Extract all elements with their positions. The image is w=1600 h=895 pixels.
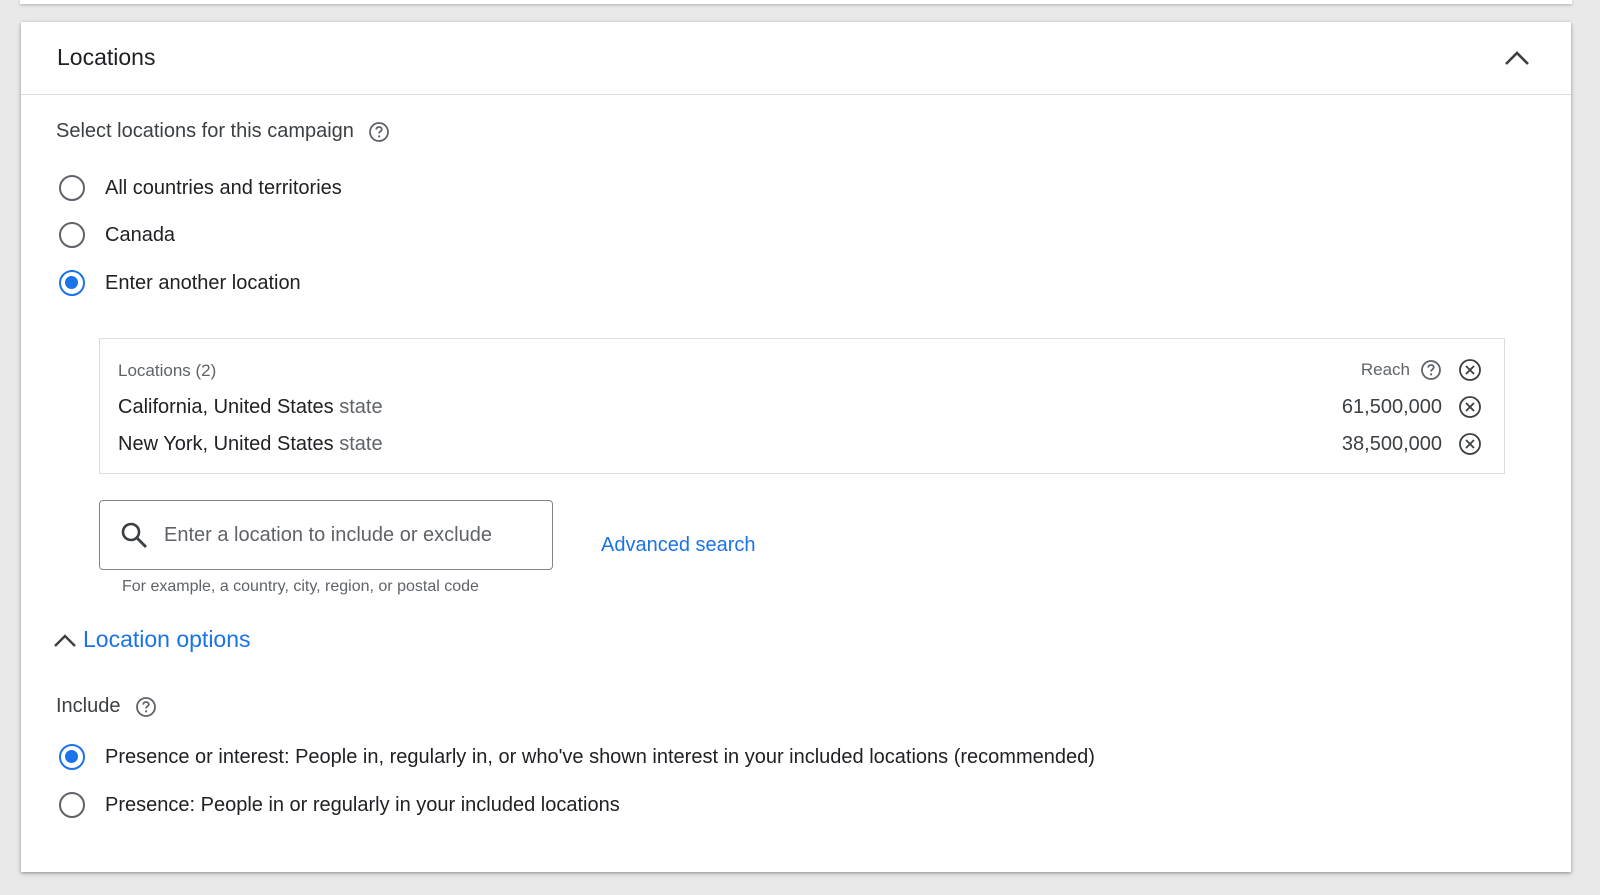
location-search-input[interactable]: [162, 522, 536, 548]
radio-enter-another-location[interactable]: Enter another location: [59, 270, 301, 296]
radio-label: Canada: [105, 223, 176, 246]
locations-card: Locations Select locations for this camp…: [21, 22, 1571, 872]
reach-label: Reach: [1360, 360, 1410, 379]
card-title: Locations: [57, 44, 156, 70]
location-row: New York, United States state 38,500,000: [118, 431, 1482, 457]
radio-presence[interactable]: Presence: People in or regularly in your…: [59, 792, 620, 818]
location-options-toggle[interactable]: Location options: [53, 626, 251, 653]
remove-location-icon[interactable]: [1458, 395, 1482, 419]
radio-presence-or-interest[interactable]: Presence or interest: People in, regular…: [59, 744, 1095, 770]
location-name: California, United States: [118, 395, 334, 418]
radio-label: Presence: People in or regularly in your…: [105, 793, 620, 816]
select-locations-text: Select locations for this campaign: [56, 120, 354, 142]
radio-label: Enter another location: [105, 271, 301, 294]
reach-header: Reach: [1361, 358, 1482, 382]
search-helper-text: For example, a country, city, region, or…: [122, 578, 479, 595]
help-icon[interactable]: [368, 121, 390, 143]
help-icon[interactable]: [135, 696, 157, 718]
radio-label: All countries and territories: [105, 176, 342, 199]
location-options-label: Location options: [83, 626, 251, 652]
collapse-button[interactable]: [1501, 42, 1533, 74]
chevron-up-icon: [53, 632, 77, 648]
search-icon: [120, 521, 148, 549]
radio-label: Presence or interest: People in, regular…: [105, 745, 1095, 768]
radio-button-selected[interactable]: [59, 744, 85, 770]
select-locations-label: Select locations for this campaign: [56, 120, 390, 143]
remove-all-icon[interactable]: [1458, 358, 1482, 382]
location-name-cell: California, United States state: [118, 396, 1342, 419]
radio-button[interactable]: [59, 222, 85, 248]
radio-button[interactable]: [59, 175, 85, 201]
remove-location-icon[interactable]: [1458, 432, 1482, 456]
chevron-up-icon: [1504, 50, 1530, 66]
card-header: Locations: [21, 22, 1571, 95]
include-text: Include: [56, 695, 121, 717]
help-icon[interactable]: [1420, 359, 1442, 381]
radio-canada[interactable]: Canada: [59, 222, 175, 248]
location-type: state: [339, 395, 383, 418]
location-search-box[interactable]: [99, 500, 553, 570]
radio-button-selected[interactable]: [59, 270, 85, 296]
location-type: state: [339, 432, 383, 455]
location-name-cell: New York, United States state: [118, 433, 1342, 456]
location-reach: 61,500,000: [1341, 395, 1442, 418]
location-row: California, United States state 61,500,0…: [118, 394, 1482, 420]
previous-card-edge: [20, 0, 1572, 4]
radio-button[interactable]: [59, 792, 85, 818]
include-label: Include: [56, 695, 157, 718]
locations-count-header: Locations (2): [118, 361, 217, 380]
radio-all-countries[interactable]: All countries and territories: [59, 175, 342, 201]
location-name: New York, United States: [118, 432, 334, 455]
location-reach: 38,500,000: [1341, 432, 1442, 455]
advanced-search-link[interactable]: Advanced search: [601, 534, 756, 557]
selected-locations-box: Locations (2) Reach California, United S…: [99, 338, 1505, 474]
